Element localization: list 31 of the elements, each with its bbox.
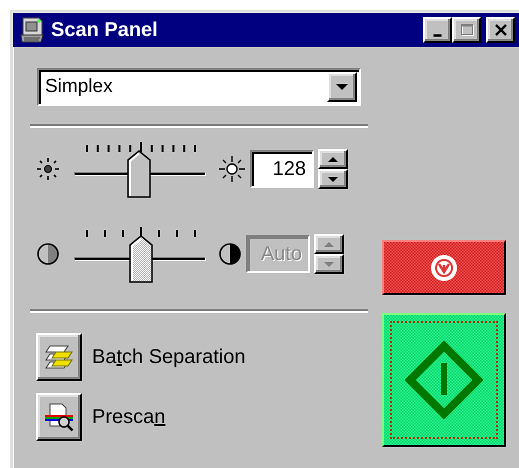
slider-thumb[interactable] [126,150,151,198]
down-arrow-icon [335,83,349,91]
dim-sun-icon [34,155,62,183]
slider-track[interactable] [72,235,208,283]
stop-hand-icon [429,252,459,282]
slider-track[interactable] [72,150,208,198]
bright-sun-icon [218,154,246,184]
down-arrow-icon [327,176,339,182]
batch-separation-button[interactable] [36,333,82,381]
preview-magnifier-icon [44,401,74,433]
action-label: Batch Separation [92,346,246,368]
mode-dropdown[interactable]: Simplex [37,68,361,106]
up-arrow-icon [327,156,339,162]
close-button[interactable] [486,17,515,43]
dropdown-value: Simplex [45,76,114,98]
high-contrast-icon [218,241,242,267]
down-arrow-icon [323,260,335,268]
window-title: Scan Panel [51,18,159,42]
prescan-button[interactable] [36,393,82,441]
start-diamond-icon [405,341,483,419]
spin-up-button[interactable] [318,149,348,169]
scanner-icon [19,16,45,44]
spin-down-button[interactable] [318,169,348,189]
value-field[interactable]: 128 [250,150,314,188]
stop-button[interactable] [382,240,506,295]
up-arrow-icon [323,240,335,248]
low-contrast-icon [36,241,60,267]
action-label: Prescan [92,406,166,428]
minimize-button[interactable] [423,17,452,43]
start-scan-button[interactable] [382,313,506,447]
dropdown-arrow-button[interactable] [327,72,357,102]
